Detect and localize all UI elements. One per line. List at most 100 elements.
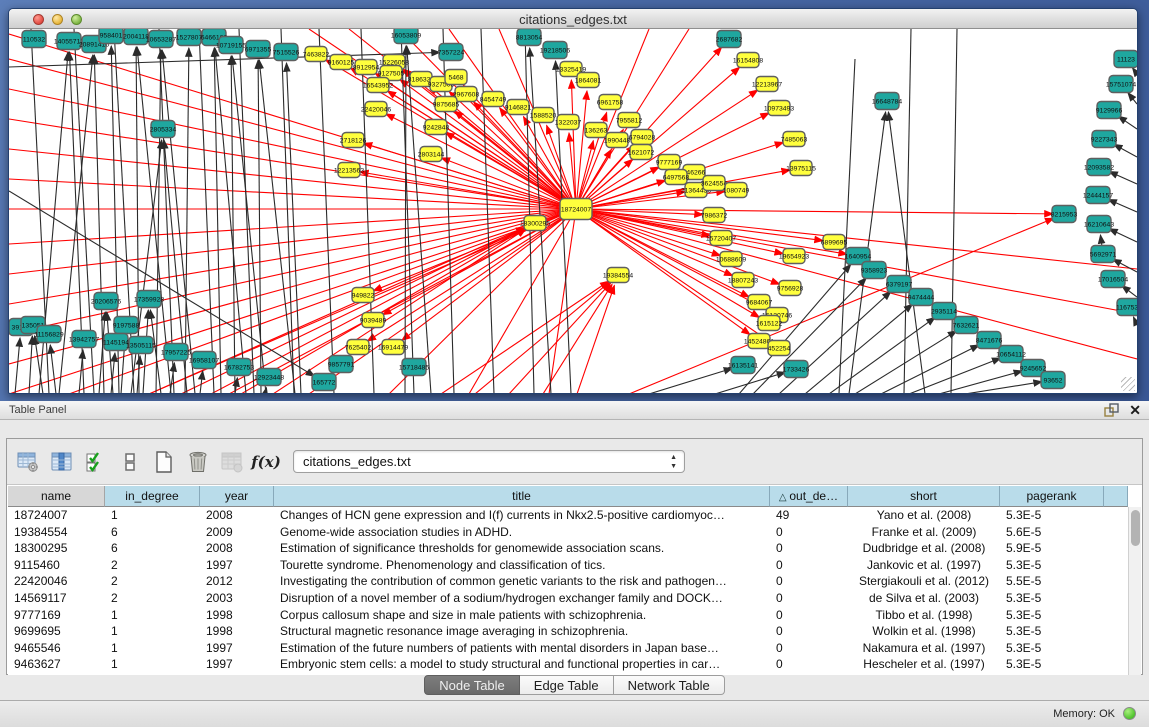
dropdown-stepper-icon[interactable]: ▲▼ xyxy=(670,453,677,471)
citation-edge-black[interactable] xyxy=(525,29,534,393)
citation-edge-red[interactable] xyxy=(9,209,576,274)
graph-node-yellow[interactable]: 8454749 xyxy=(480,92,507,107)
graph-node-teal[interactable]: 2805334 xyxy=(150,121,177,138)
table-settings-icon[interactable] xyxy=(15,449,41,475)
graph-node-teal[interactable]: 19218506 xyxy=(540,42,570,59)
graph-node-yellow[interactable]: 9146821 xyxy=(505,100,532,115)
graph-node-teal[interactable]: 7357224 xyxy=(438,44,465,61)
select-columns-icon[interactable] xyxy=(49,449,75,475)
graph-node-yellow[interactable]: 9160125 xyxy=(328,55,355,70)
citation-edge-black[interactable] xyxy=(231,56,235,393)
table-row[interactable]: 1830029562008Estimation of significance … xyxy=(8,540,1129,557)
citation-edge-black[interactable] xyxy=(1118,116,1137,129)
citation-edge-black[interactable] xyxy=(1133,317,1137,325)
citation-edge-red[interactable] xyxy=(549,209,576,393)
table-row[interactable]: 946362711997Embryonic stem cells: a mode… xyxy=(8,656,1129,673)
graph-node-yellow[interactable]: 1588520 xyxy=(530,108,557,123)
import-table-disabled-icon[interactable] xyxy=(219,449,245,475)
graph-node-yellow[interactable]: 9242848 xyxy=(423,120,450,135)
graph-node-yellow[interactable]: 16543952 xyxy=(363,78,393,93)
column-header-title[interactable]: title xyxy=(274,486,770,507)
graph-node-teal[interactable]: 11123 xyxy=(1114,51,1137,68)
graph-node-yellow[interactable]: 9756928 xyxy=(777,281,804,296)
graph-node-yellow[interactable]: 452254 xyxy=(768,341,791,356)
graph-node-yellow[interactable]: 16914479 xyxy=(378,340,408,355)
graph-node-yellow[interactable]: 6961758 xyxy=(597,95,624,110)
graph-node-teal[interactable]: 6971355 xyxy=(245,41,272,58)
graph-node-teal[interactable]: 9358923 xyxy=(861,262,888,279)
citation-edge-red[interactable] xyxy=(543,284,612,393)
citation-edge-black[interactable] xyxy=(185,48,189,393)
graph-node-teal[interactable]: 8471676 xyxy=(976,332,1003,349)
column-header-year[interactable]: year xyxy=(200,486,274,507)
graph-node-teal[interactable]: 15751074 xyxy=(1106,76,1136,93)
graph-node-yellow[interactable]: 18300295 xyxy=(520,216,550,231)
graph-node-teal[interactable]: 5692971 xyxy=(1090,246,1117,263)
citation-edge-black[interactable] xyxy=(286,63,301,393)
graph-node-teal[interactable]: 958401 xyxy=(99,29,123,44)
table-panel-header[interactable]: Table Panel ✕ xyxy=(0,401,1149,420)
citation-edge-black[interactable] xyxy=(405,46,406,393)
citation-edge-black[interactable] xyxy=(839,59,855,393)
graph-node-teal[interactable]: 16210643 xyxy=(1084,216,1114,233)
citation-edge-red[interactable] xyxy=(577,285,614,393)
citation-edge-black[interactable] xyxy=(829,317,935,393)
graph-node-yellow[interactable]: 7625402 xyxy=(345,340,372,355)
graph-node-yellow[interactable]: 18807243 xyxy=(728,273,758,288)
graph-node-teal[interactable]: 13942757 xyxy=(69,331,99,348)
graph-node-yellow[interactable]: 19654923 xyxy=(779,249,809,264)
graph-node-teal[interactable]: 16782753 xyxy=(224,359,254,376)
citation-edge-black[interactable] xyxy=(951,29,957,393)
graph-node-yellow[interactable]: 1621072 xyxy=(628,145,655,160)
graph-node-teal[interactable]: 16958107 xyxy=(189,352,219,369)
graph-node-teal[interactable]: 2935114 xyxy=(931,303,957,320)
graph-node-yellow[interactable]: 2718126 xyxy=(340,133,367,148)
graph-node-teal[interactable]: 17359928 xyxy=(134,291,164,308)
column-header-pagerank[interactable]: pagerank xyxy=(1000,486,1104,507)
graph-node-yellow[interactable]: 13975115 xyxy=(786,161,816,176)
table-row[interactable]: 977716911998Corpus callosum shape and si… xyxy=(8,607,1129,624)
graph-node-teal[interactable]: 12444157 xyxy=(1083,187,1113,204)
select-all-icon[interactable] xyxy=(83,449,109,475)
graph-node-teal[interactable]: 11156829 xyxy=(34,326,63,343)
citation-edge-black[interactable] xyxy=(715,372,785,393)
citation-edge-black[interactable] xyxy=(199,29,214,393)
graph-node-teal[interactable]: 2687682 xyxy=(716,31,743,48)
graph-node-teal[interactable]: 9197588 xyxy=(113,317,140,334)
table-row[interactable]: 2242004622012Investigating the contribut… xyxy=(8,573,1129,590)
close-panel-icon[interactable]: ✕ xyxy=(1129,402,1141,418)
graph-node-yellow[interactable]: 1864081 xyxy=(575,73,602,88)
graph-node-teal[interactable]: 10654112 xyxy=(996,346,1026,363)
graph-node-teal[interactable]: 13505115 xyxy=(126,337,156,354)
table-row[interactable]: 1456911722003Disruption of a novel membe… xyxy=(8,590,1129,607)
graph-node-teal[interactable]: 9129966 xyxy=(1096,102,1123,119)
column-header-name[interactable]: name xyxy=(8,486,105,507)
citation-edge-black[interactable] xyxy=(1109,171,1137,184)
column-header-short[interactable]: short xyxy=(848,486,1000,507)
graph-node-yellow[interactable]: 10688609 xyxy=(716,252,746,267)
graph-node-teal[interactable]: 12093582 xyxy=(1084,159,1114,176)
graph-node-hub[interactable]: 18724007 xyxy=(560,199,592,220)
graph-node-yellow[interactable]: 9875685 xyxy=(433,97,460,112)
citation-edge-red[interactable] xyxy=(576,209,1053,214)
graph-node-yellow[interactable]: 16154808 xyxy=(733,53,763,68)
graph-node-teal[interactable]: 9227343 xyxy=(1091,131,1118,148)
table-scrollbar[interactable] xyxy=(1128,507,1141,675)
graph-node-yellow[interactable]: 7463822 xyxy=(303,47,330,62)
graph-node-teal[interactable]: 8813054 xyxy=(516,29,543,46)
citation-edge-red[interactable] xyxy=(9,209,576,244)
graph-node-teal[interactable]: 7632621 xyxy=(953,317,980,334)
table-row[interactable]: 911546021997Tourette syndrome. Phenomeno… xyxy=(8,557,1129,574)
graph-node-yellow[interactable]: 19384554 xyxy=(603,268,633,283)
graph-node-teal[interactable]: 8215953 xyxy=(1051,206,1078,223)
graph-node-yellow[interactable]: 12213967 xyxy=(752,77,782,92)
graph-node-teal[interactable]: 93652 xyxy=(1041,372,1065,389)
citation-edge-black[interactable] xyxy=(1114,144,1137,157)
graph-node-yellow[interactable]: 12213563 xyxy=(334,163,364,178)
graph-node-teal[interactable]: 12923448 xyxy=(254,369,284,386)
network-view-window[interactable]: citations_edges.txt 18724007110532140557… xyxy=(8,8,1138,394)
table-row[interactable]: 969969511998Structural magnetic resonanc… xyxy=(8,623,1129,640)
graph-node-teal[interactable]: 1733426 xyxy=(783,361,810,378)
function-builder-icon[interactable]: f(x) xyxy=(253,449,279,475)
citation-edge-black[interactable] xyxy=(1122,286,1137,297)
